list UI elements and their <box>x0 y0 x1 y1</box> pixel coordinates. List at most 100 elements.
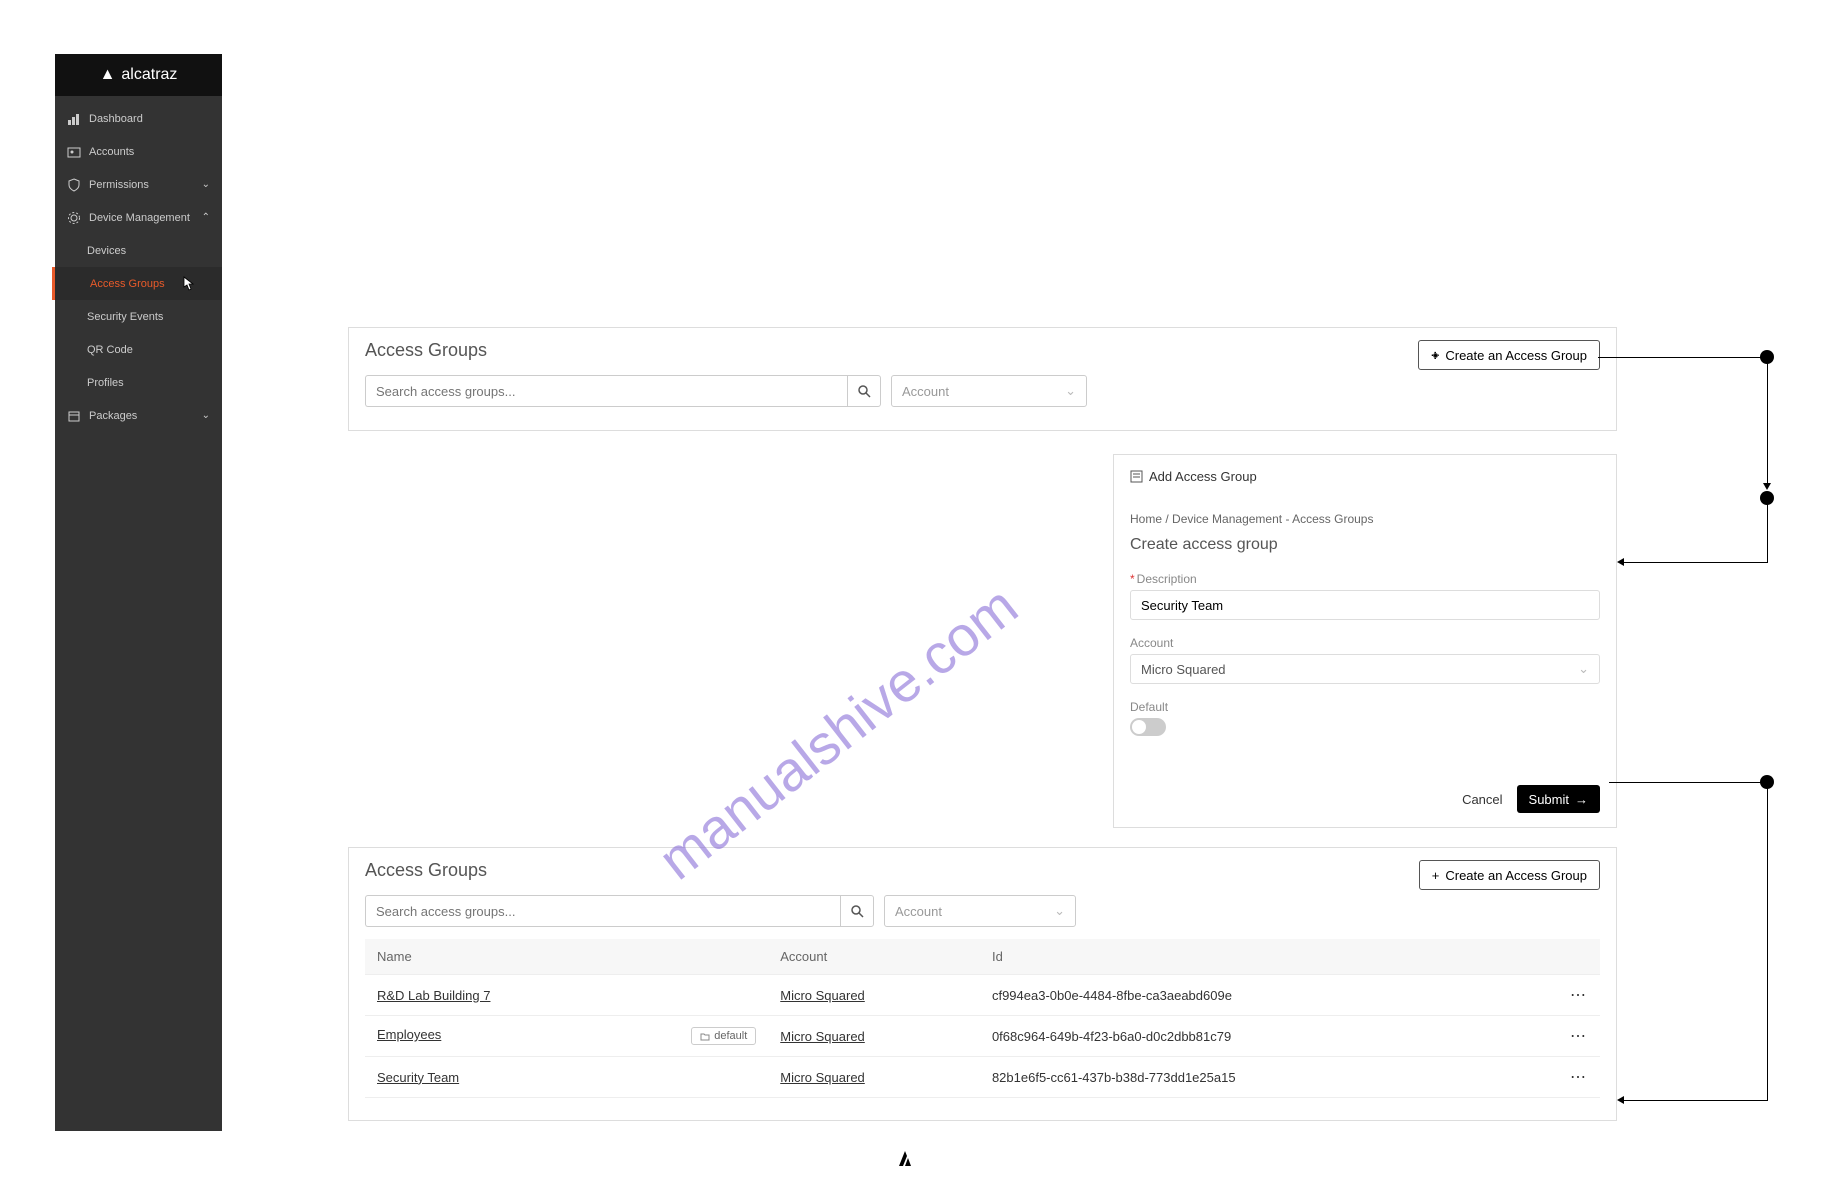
sidebar-item-label: Device Management <box>89 212 190 224</box>
col-header-id: Id <box>980 939 1545 975</box>
callout-line <box>1767 788 1768 1100</box>
callout-arrow <box>1617 1096 1624 1104</box>
panel-header-text: Add Access Group <box>1149 469 1257 484</box>
default-chip: default <box>691 1027 756 1045</box>
col-header-name: Name <box>365 939 768 975</box>
submit-button[interactable]: Submit → <box>1517 785 1600 813</box>
sidebar-item-label: Access Groups <box>90 278 165 290</box>
sidebar-subitem-devices[interactable]: Devices <box>55 234 222 267</box>
access-groups-table: Name Account Id R&D Lab Building 7 Micro… <box>365 939 1600 1098</box>
table-row: Employees default Micro Squared 0f68c964… <box>365 1016 1600 1057</box>
sidebar-item-label: Dashboard <box>89 113 143 125</box>
create-access-group-button[interactable]: + Create an Access Group <box>1419 860 1600 890</box>
callout-line <box>1609 782 1762 783</box>
shield-icon <box>67 178 81 192</box>
chevron-down-icon: ⌄ <box>1065 383 1076 399</box>
breadcrumb-current: Device Management - Access Groups <box>1172 512 1373 526</box>
row-id: 0f68c964-649b-4f23-b6a0-d0c2dbb81c79 <box>980 1016 1545 1057</box>
panel-title: Access Groups <box>365 860 1600 881</box>
footer-logo-icon <box>893 1148 917 1174</box>
search-row: Account ⌄ <box>365 375 1600 407</box>
chevron-up-icon: ⌃ <box>202 212 210 223</box>
sidebar-item-label: QR Code <box>87 344 133 356</box>
table-header-row: Name Account Id <box>365 939 1600 975</box>
description-label: *Description <box>1130 572 1600 586</box>
brand-header: ▲ alcatraz <box>55 54 222 96</box>
package-icon <box>67 409 81 423</box>
sidebar-item-dashboard[interactable]: Dashboard <box>55 102 222 135</box>
chevron-down-icon: ⌄ <box>202 410 210 421</box>
button-label: Submit <box>1529 792 1569 807</box>
description-input[interactable] <box>1130 590 1600 620</box>
row-name-link[interactable]: Employees <box>377 1027 441 1042</box>
cancel-button[interactable]: Cancel <box>1462 792 1502 807</box>
select-placeholder: Account <box>902 384 949 399</box>
row-actions-menu[interactable]: ⋯ <box>1545 1016 1600 1057</box>
search-input[interactable] <box>365 375 847 407</box>
account-select[interactable]: Micro Squared ⌄ <box>1130 654 1600 684</box>
account-filter-select[interactable]: Account ⌄ <box>891 375 1087 407</box>
chevron-down-icon: ⌄ <box>1054 903 1065 919</box>
watermark: manualshive.com <box>646 573 1029 892</box>
sidebar-item-label: Devices <box>87 245 126 257</box>
sidebar-subitem-security-events[interactable]: Security Events <box>55 300 222 333</box>
row-name-link[interactable]: R&D Lab Building 7 <box>377 988 490 1003</box>
row-account-link[interactable]: Micro Squared <box>780 988 865 1003</box>
sidebar-subitem-qr-code[interactable]: QR Code <box>55 333 222 366</box>
callout-line <box>1623 1100 1768 1101</box>
sidebar-item-label: Accounts <box>89 146 134 158</box>
search-input[interactable] <box>365 895 840 927</box>
breadcrumb-home[interactable]: Home <box>1130 512 1162 526</box>
callout-dot <box>1760 775 1774 789</box>
sidebar-subitem-access-groups[interactable]: Access Groups <box>52 267 222 300</box>
gear-icon <box>67 211 81 225</box>
select-value: Micro Squared <box>1141 662 1226 677</box>
form-title: Create access group <box>1130 536 1600 554</box>
callout-line <box>1598 357 1762 358</box>
chart-bar-icon <box>67 112 81 126</box>
row-actions-menu[interactable]: ⋯ <box>1545 975 1600 1016</box>
brand-name: alcatraz <box>121 66 177 84</box>
row-account-link[interactable]: Micro Squared <box>780 1029 865 1044</box>
access-groups-header-panel: Access Groups + Create an Access Group A… <box>348 327 1617 431</box>
sidebar-item-packages[interactable]: Packages ⌄ <box>55 399 222 432</box>
sidebar-subitem-profiles[interactable]: Profiles <box>55 366 222 399</box>
sidebar-item-label: Profiles <box>87 377 124 389</box>
create-access-group-button[interactable]: + Create an Access Group <box>1418 340 1600 370</box>
panel-header: Add Access Group <box>1130 469 1600 484</box>
row-account-link[interactable]: Micro Squared <box>780 1070 865 1085</box>
search-button[interactable] <box>840 895 874 927</box>
folder-icon <box>700 1031 710 1041</box>
chevron-down-icon: ⌄ <box>1578 661 1589 677</box>
search-box <box>365 895 874 927</box>
account-filter-select[interactable]: Account ⌄ <box>884 895 1076 927</box>
search-button[interactable] <box>847 375 881 407</box>
row-id: cf994ea3-0b0e-4484-8fbe-ca3aeabd609e <box>980 975 1545 1016</box>
sidebar: ▲ alcatraz Dashboard Accounts Permission… <box>55 54 222 1131</box>
row-actions-menu[interactable]: ⋯ <box>1545 1057 1600 1098</box>
table-row: R&D Lab Building 7 Micro Squared cf994ea… <box>365 975 1600 1016</box>
sidebar-item-label: Security Events <box>87 311 163 323</box>
default-toggle[interactable] <box>1130 718 1166 736</box>
sidebar-item-accounts[interactable]: Accounts <box>55 135 222 168</box>
search-box <box>365 375 881 407</box>
callout-arrow <box>1763 483 1771 490</box>
add-access-group-panel: Add Access Group Home / Device Managemen… <box>1113 454 1617 828</box>
pointer-cursor-icon <box>180 275 198 298</box>
col-header-actions <box>1545 939 1600 975</box>
brand-logo-icon: ▲ <box>100 66 116 84</box>
marker-dot-icon <box>1433 353 1438 358</box>
row-name-link[interactable]: Security Team <box>377 1070 459 1085</box>
sidebar-item-device-management[interactable]: Device Management ⌃ <box>55 201 222 234</box>
search-icon <box>850 904 864 918</box>
access-groups-list-panel: Access Groups + Create an Access Group A… <box>348 847 1617 1121</box>
callout-dot <box>1760 491 1774 505</box>
table-row: Security Team Micro Squared 82b1e6f5-cc6… <box>365 1057 1600 1098</box>
arrow-right-icon: → <box>1575 792 1588 807</box>
select-placeholder: Account <box>895 904 942 919</box>
callout-arrow <box>1617 558 1624 566</box>
sidebar-item-permissions[interactable]: Permissions ⌄ <box>55 168 222 201</box>
col-header-account: Account <box>768 939 980 975</box>
sidebar-item-label: Permissions <box>89 179 149 191</box>
button-label: Create an Access Group <box>1445 348 1587 363</box>
